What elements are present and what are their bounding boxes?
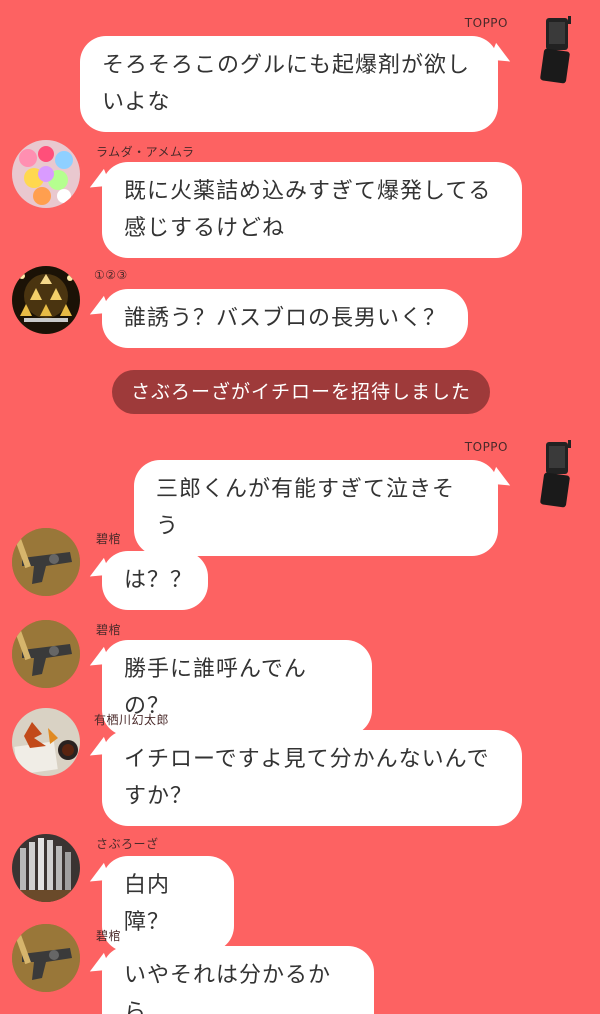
message-bubble[interactable]: イチローですよ見て分かんないんで すか？ [102,730,522,826]
champagne-tower-avatar-icon[interactable] [12,266,80,334]
autumn-leaves-avatar-icon[interactable] [12,708,80,776]
flip-phone-icon[interactable] [536,440,576,508]
sender-name: ①②③ [94,268,128,282]
gun-avatar-icon[interactable] [12,620,80,688]
message-bubble[interactable]: 既に火薬詰め込みすぎて爆発してる 感じするけどね [102,162,522,258]
pipe-organ-avatar-icon[interactable] [12,834,80,902]
message-bubble[interactable]: 白内障？ [102,856,234,952]
message-bubble[interactable]: 三郎くんが有能すぎて泣きそう [134,460,498,556]
sender-name: 碧棺 [96,929,122,943]
sender-name: TOPPO [464,440,508,454]
sender-name: さぶろーざ [96,837,159,851]
flip-phone-icon[interactable] [536,16,576,84]
message-bubble[interactable]: そろそろこのグルにも起爆剤が欲し いよな [80,36,498,132]
sender-name: 有栖川幻太郎 [94,713,170,727]
system-message: さぶろーざがイチローを招待しました [112,370,490,414]
sender-name: ラムダ・アメムラ [96,145,195,159]
gun-avatar-icon[interactable] [12,528,80,596]
sender-name: TOPPO [464,16,508,30]
message-bubble[interactable]: は？？ [102,551,208,610]
message-bubble[interactable]: いやそれは分かるから [102,946,374,1014]
sender-name: 碧棺 [96,623,122,637]
sender-name: 碧棺 [96,532,122,546]
candy-avatar-icon[interactable] [12,140,80,208]
gun-avatar-icon[interactable] [12,924,80,992]
message-bubble[interactable]: 誰誘う？バスブロの長男いく？ [102,289,468,348]
